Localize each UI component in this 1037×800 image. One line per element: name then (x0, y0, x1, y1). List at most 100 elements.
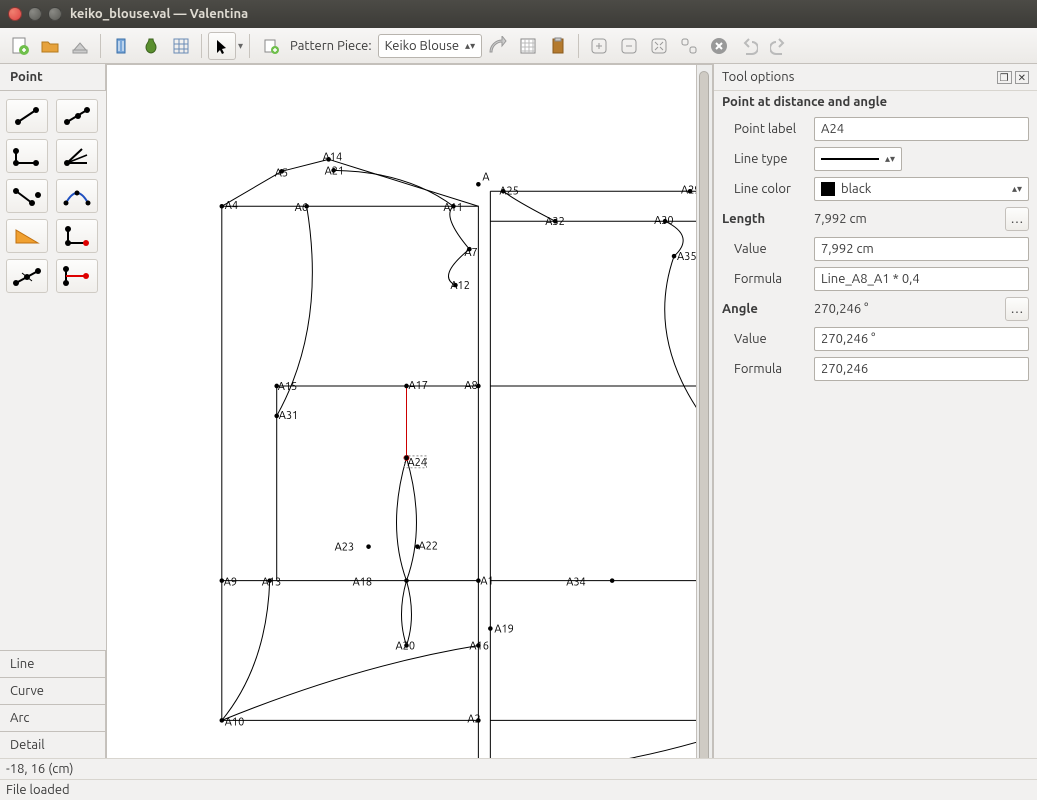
tab-line[interactable]: Line (0, 650, 106, 677)
point-label-A12: A12 (450, 280, 470, 292)
tool-point-intersection[interactable] (56, 219, 98, 253)
zoom-original-button[interactable] (675, 32, 703, 60)
angle-formula-expand[interactable]: … (1005, 297, 1029, 321)
point-label-A10: A10 (225, 716, 245, 728)
tool-normal[interactable] (6, 139, 48, 173)
undock-icon[interactable]: ❐ (997, 71, 1012, 84)
line-color-lab: Line color (722, 182, 806, 196)
point-A34[interactable] (610, 579, 614, 583)
pointer-tool-button[interactable] (208, 32, 236, 60)
point-label-A4: A4 (225, 200, 238, 212)
point-label-A24: A24 (407, 457, 427, 469)
point-label-A11: A11 (443, 202, 463, 214)
point-label-A14: A14 (323, 151, 343, 163)
maximize-button[interactable] (48, 7, 62, 21)
tab-arc[interactable]: Arc (0, 704, 106, 731)
close-button[interactable] (8, 7, 22, 21)
point-A35[interactable] (672, 254, 676, 258)
angle-formula-field[interactable]: 270,246 (814, 357, 1029, 381)
point-label-A13: A13 (262, 577, 282, 589)
point-A[interactable] (477, 182, 481, 186)
pattern-piece-value: Keiko Blouse (385, 39, 459, 53)
zoom-fit-button[interactable] (645, 32, 673, 60)
angle-value-field[interactable]: 270,246 ° (814, 327, 1029, 351)
open-file-button[interactable] (36, 32, 64, 60)
undo-button[interactable] (735, 32, 763, 60)
redo-button[interactable] (765, 32, 793, 60)
point-label-A8: A8 (464, 380, 477, 392)
tab-curve[interactable]: Curve (0, 677, 106, 704)
point-label-A7: A7 (464, 247, 477, 259)
point-A10[interactable] (220, 719, 224, 723)
close-panel-icon[interactable]: ✕ (1015, 71, 1029, 84)
tool-options-panel: Tool options ❐ ✕ Point at distance and a… (713, 64, 1037, 758)
point-label-A1: A1 (480, 576, 493, 588)
point-label-A35: A35 (677, 251, 696, 263)
window-buttons (8, 7, 62, 21)
point-label-A9: A9 (224, 577, 237, 589)
main-toolbar: ▾ Pattern Piece: Keiko Blouse ▴▾ (0, 28, 1037, 64)
tool-line-intersect-axis[interactable] (56, 259, 98, 293)
length-formula-expand[interactable]: … (1005, 207, 1029, 231)
length-value-field[interactable]: 7,992 cm (814, 237, 1029, 261)
zoom-out-button[interactable] (615, 32, 643, 60)
grid-button[interactable] (514, 32, 542, 60)
point-A19[interactable] (489, 627, 493, 631)
point-label-A6: A6 (295, 202, 308, 214)
angle-display: 270,246 ° (814, 302, 997, 316)
point-label-A32: A32 (545, 216, 565, 228)
point-label-A5: A5 (275, 167, 288, 179)
body-button[interactable] (137, 32, 165, 60)
tab-detail[interactable]: Detail (0, 731, 106, 758)
line-color-combo[interactable]: black ▴▾ (814, 177, 1029, 201)
point-label-A30: A30 (654, 215, 674, 227)
new-pattern-piece-button[interactable] (256, 32, 284, 60)
history-button[interactable] (484, 32, 512, 60)
tool-along-line[interactable] (56, 99, 98, 133)
length-formula-field[interactable]: Line_A8_A1 * 0,4 (814, 267, 1029, 291)
point-label-A19: A19 (494, 624, 514, 636)
pattern-piece-combo[interactable]: Keiko Blouse ▴▾ (378, 34, 483, 58)
color-swatch (821, 182, 835, 196)
tool-bisector[interactable] (56, 139, 98, 173)
angle-value-lab: Value (722, 332, 806, 346)
angle-heading: Angle (722, 302, 806, 316)
tab-point[interactable]: Point (0, 64, 106, 91)
point-label-A15: A15 (278, 381, 298, 393)
point-label-A20: A20 (396, 641, 416, 653)
status-coords: -18, 16 (cm) (0, 758, 1037, 779)
point-label-field[interactable]: A24 (814, 117, 1029, 141)
tool-endline[interactable] (6, 99, 48, 133)
minimize-button[interactable] (28, 7, 42, 21)
line-type-combo[interactable]: ▴▾ (814, 147, 902, 171)
point-label-A16: A16 (469, 641, 489, 653)
point-label-A22: A22 (418, 541, 438, 553)
point-A4[interactable] (220, 204, 224, 208)
point-label-A23: A23 (335, 542, 355, 554)
point-label-A2: A2 (467, 713, 480, 725)
tool-shoulder[interactable] (6, 179, 48, 213)
table-button[interactable] (167, 32, 195, 60)
tool-options-title: Tool options (722, 70, 794, 84)
point-A23[interactable] (367, 545, 371, 549)
tool-triangle[interactable] (6, 219, 48, 253)
measurements-button[interactable] (107, 32, 135, 60)
point-label-lab: Point label (722, 122, 806, 136)
point-A18[interactable] (405, 579, 409, 583)
save-file-button[interactable] (66, 32, 94, 60)
point-label-A18: A18 (353, 577, 373, 589)
length-value-lab: Value (722, 242, 806, 256)
new-file-button[interactable] (6, 32, 34, 60)
vertical-scrollbar[interactable] (697, 64, 713, 758)
zoom-in-button[interactable] (585, 32, 613, 60)
point-label-A29: A29 (681, 184, 696, 196)
drawing-canvas[interactable]: AA1A2A3A4A5A6A7A8A9A10A11A12A13A14A15A16… (106, 64, 697, 758)
angle-formula-lab: Formula (722, 362, 806, 376)
tool-cut-arc[interactable] (6, 259, 48, 293)
point-label-A21: A21 (325, 165, 345, 177)
stop-button[interactable] (705, 32, 733, 60)
tool-point-of-contact[interactable] (56, 179, 98, 213)
panel-controls: ❐ ✕ (997, 70, 1029, 84)
point-label-A17: A17 (408, 380, 428, 392)
clipboard-button[interactable] (544, 32, 572, 60)
